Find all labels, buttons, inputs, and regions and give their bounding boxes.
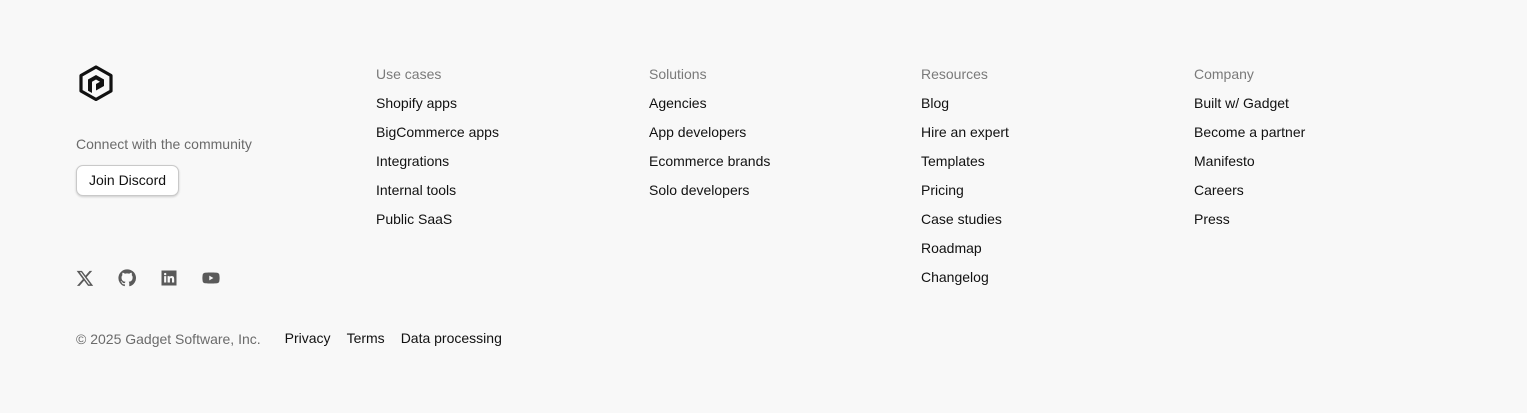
column-title: Use cases (376, 66, 442, 82)
footer-link-internal-tools[interactable]: Internal tools (376, 182, 456, 198)
footer-link-manifesto[interactable]: Manifesto (1194, 153, 1255, 169)
footer-column-resources: Resources Blog Hire an expert Templates … (921, 66, 1009, 298)
column-title: Company (1194, 66, 1254, 82)
footer-link-roadmap[interactable]: Roadmap (921, 240, 982, 256)
terms-link[interactable]: Terms (347, 330, 385, 346)
column-title: Solutions (649, 66, 707, 82)
footer-link-public-saas[interactable]: Public SaaS (376, 211, 452, 227)
legal-links: Privacy Terms Data processing (285, 330, 518, 348)
join-discord-button[interactable]: Join Discord (76, 165, 180, 196)
footer-link-templates[interactable]: Templates (921, 153, 985, 169)
column-title: Resources (921, 66, 988, 82)
footer-link-blog[interactable]: Blog (921, 95, 949, 111)
footer-link-careers[interactable]: Careers (1194, 182, 1244, 198)
footer-column-use-cases: Use cases Shopify apps BigCommerce apps … (376, 66, 499, 240)
footer-link-built-with-gadget[interactable]: Built w/ Gadget (1194, 95, 1289, 111)
footer-link-app-developers[interactable]: App developers (649, 124, 746, 140)
footer-link-solo-developers[interactable]: Solo developers (649, 182, 749, 198)
gadget-logo[interactable] (77, 65, 115, 101)
footer-link-integrations[interactable]: Integrations (376, 153, 449, 169)
privacy-link[interactable]: Privacy (285, 330, 331, 346)
footer-link-agencies[interactable]: Agencies (649, 95, 707, 111)
footer-link-changelog[interactable]: Changelog (921, 269, 989, 285)
footer-link-shopify-apps[interactable]: Shopify apps (376, 95, 457, 111)
social-links (76, 269, 244, 287)
gadget-logo-icon (79, 65, 113, 101)
footer-link-ecommerce-brands[interactable]: Ecommerce brands (649, 153, 770, 169)
footer-link-bigcommerce-apps[interactable]: BigCommerce apps (376, 124, 499, 140)
linkedin-icon[interactable] (160, 269, 178, 287)
data-processing-link[interactable]: Data processing (401, 330, 502, 346)
copyright-text: © 2025 Gadget Software, Inc. (76, 331, 261, 347)
footer-column-company: Company Built w/ Gadget Become a partner… (1194, 66, 1305, 240)
footer-bottom-bar: © 2025 Gadget Software, Inc. Privacy Term… (76, 330, 518, 348)
footer-link-case-studies[interactable]: Case studies (921, 211, 1002, 227)
footer-link-hire-an-expert[interactable]: Hire an expert (921, 124, 1009, 140)
footer-column-solutions: Solutions Agencies App developers Ecomme… (649, 66, 770, 211)
github-icon[interactable] (118, 269, 136, 287)
footer-link-become-a-partner[interactable]: Become a partner (1194, 124, 1305, 140)
footer-link-pricing[interactable]: Pricing (921, 182, 964, 198)
community-label: Connect with the community (76, 136, 252, 152)
youtube-icon[interactable] (202, 269, 220, 287)
footer-link-press[interactable]: Press (1194, 211, 1230, 227)
site-footer: Connect with the community Join Discord … (0, 0, 1527, 413)
x-icon[interactable] (76, 269, 94, 287)
